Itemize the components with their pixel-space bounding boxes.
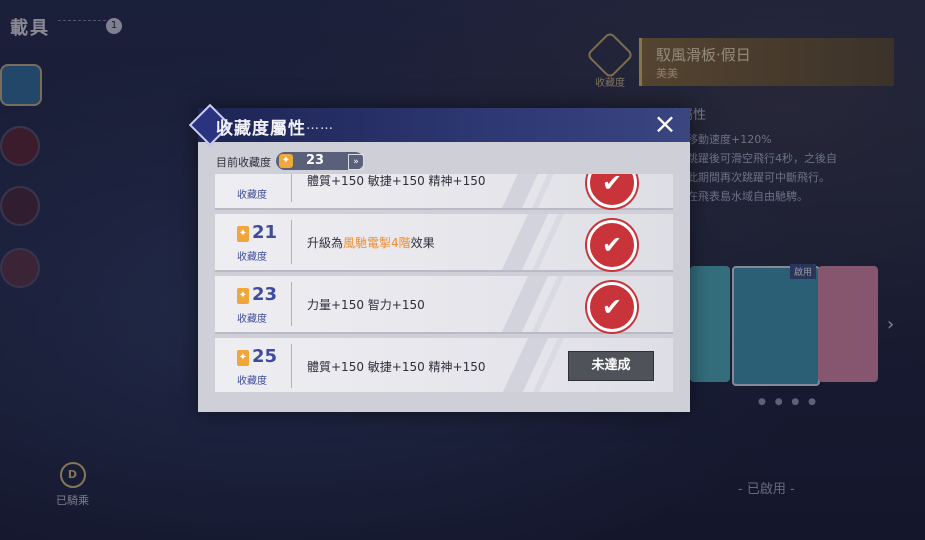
collection-star-icon: ✦ — [237, 288, 249, 304]
level-number: 21 — [252, 222, 278, 243]
not-achieved-button[interactable]: 未達成 — [568, 351, 654, 381]
collection-star-icon: ✦ — [237, 350, 249, 366]
reward-desc-highlight: 風馳電掣4階 — [343, 236, 411, 250]
dialog-title-dots: …… — [306, 118, 334, 133]
current-collection-value: 23 — [306, 153, 325, 168]
dialog-title: 收藏度屬性 — [216, 119, 306, 139]
collection-list[interactable]: 收藏度 體質+150 敏捷+150 精神+150 ✔ ✦ 21 收藏度 升級為風… — [215, 174, 673, 392]
level-label: 收藏度 — [237, 252, 267, 263]
level-number: 25 — [252, 346, 278, 367]
list-item: 收藏度 體質+150 敏捷+150 精神+150 ✔ — [215, 174, 673, 210]
dialog-header: 收藏度屬性 …… × — [188, 103, 690, 147]
reward-desc-pre: 升級為 — [307, 236, 344, 250]
row-divider — [291, 344, 292, 388]
level-label: 收藏度 — [237, 190, 267, 201]
collection-star-icon: ✦ — [237, 226, 249, 242]
chevron-double-right-icon[interactable]: » — [348, 154, 364, 170]
collection-attr-dialog: 收藏度屬性 …… × 目前收藏度 ✦ 23 » 收藏度 體質+150 敏捷+15… — [188, 103, 690, 412]
close-icon[interactable]: × — [650, 110, 680, 140]
reward-desc: 體質+150 敏捷+150 精神+150 — [307, 174, 486, 188]
list-item: ✦ 21 收藏度 升級為風馳電掣4階效果 ✔ — [215, 214, 673, 272]
list-item: ✦ 25 收藏度 體質+150 敏捷+150 精神+150 未達成 — [215, 338, 673, 392]
reward-desc: 體質+150 敏捷+150 精神+150 — [307, 360, 486, 374]
reward-desc-post: 效果 — [410, 236, 435, 250]
current-collection-label: 目前收藏度 — [216, 156, 271, 169]
reward-desc: 力量+150 智力+150 — [307, 298, 425, 312]
current-collection-pill: ✦ 23 » — [276, 152, 364, 170]
row-decoration — [531, 174, 565, 208]
row-divider — [291, 220, 292, 264]
level-label: 收藏度 — [237, 376, 267, 387]
reward-desc: 升級為風馳電掣4階效果 — [307, 234, 435, 251]
achieved-check-icon: ✔ — [587, 220, 637, 270]
collection-star-icon: ✦ — [279, 154, 293, 168]
row-divider — [291, 282, 292, 326]
level-number: 23 — [252, 284, 278, 305]
level-label: 收藏度 — [237, 314, 267, 325]
achieved-check-icon: ✔ — [587, 282, 637, 332]
list-item: ✦ 23 收藏度 力量+150 智力+150 ✔ — [215, 276, 673, 334]
achieved-check-icon: ✔ — [587, 174, 637, 208]
row-divider — [291, 174, 292, 202]
